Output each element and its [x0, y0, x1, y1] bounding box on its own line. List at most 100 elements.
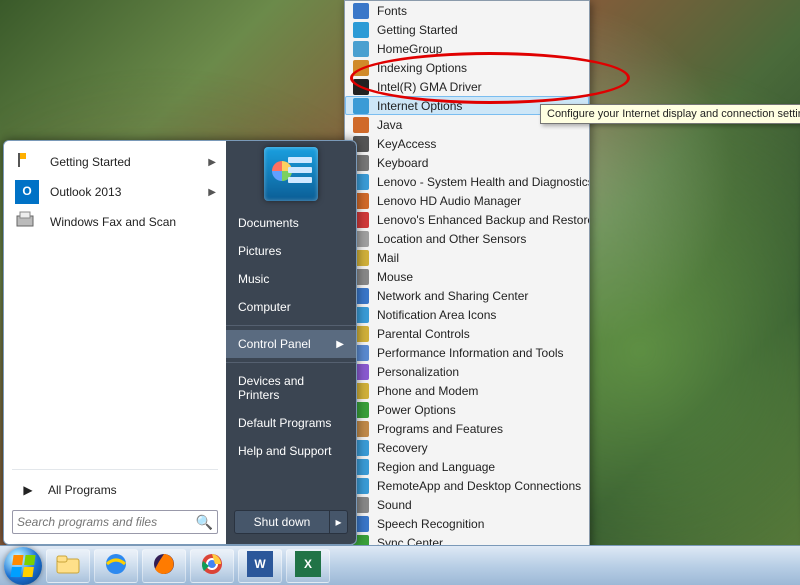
search-icon: 🔍	[196, 514, 213, 531]
pinned-item-windows-fax-and-scan[interactable]: Windows Fax and Scan	[6, 207, 224, 237]
cp-item-mail[interactable]: Mail	[345, 248, 589, 267]
right-item-computer[interactable]: Computer	[226, 293, 356, 321]
divider	[12, 469, 218, 470]
search-input[interactable]	[17, 515, 196, 529]
right-item-devices-and-printers[interactable]: Devices and Printers	[226, 367, 356, 409]
right-item-documents[interactable]: Documents	[226, 209, 356, 237]
taskbar-firefox-icon[interactable]	[142, 549, 186, 583]
cp-item-region-and-language[interactable]: Region and Language	[345, 457, 589, 476]
cp-item-recovery[interactable]: Recovery	[345, 438, 589, 457]
pinned-item-getting-started[interactable]: Getting Started ▶	[6, 147, 224, 177]
right-item-label: Default Programs	[238, 416, 331, 430]
right-item-pictures[interactable]: Pictures	[226, 237, 356, 265]
cp-item-label: Lenovo - System Health and Diagnostics	[377, 175, 590, 189]
cp-item-label: Internet Options	[377, 99, 462, 113]
cp-item-speech-recognition[interactable]: Speech Recognition	[345, 514, 589, 533]
divider	[226, 362, 356, 363]
cp-item-label: Power Options	[377, 403, 456, 417]
cp-item-lenovo-system-health-and-diagnostics[interactable]: Lenovo - System Health and Diagnostics	[345, 172, 589, 191]
internet-icon	[353, 98, 369, 114]
right-item-help-and-support[interactable]: Help and Support	[226, 437, 356, 465]
cp-item-phone-and-modem[interactable]: Phone and Modem	[345, 381, 589, 400]
cp-item-label: Keyboard	[377, 156, 428, 170]
user-picture-control-panel-icon[interactable]	[264, 147, 318, 201]
shutdown-button[interactable]: Shut down	[234, 510, 330, 534]
cp-item-mouse[interactable]: Mouse	[345, 267, 589, 286]
cp-item-label: Sound	[377, 498, 412, 512]
right-item-control-panel[interactable]: Control Panel▶	[226, 330, 356, 358]
cp-item-location-and-other-sensors[interactable]: Location and Other Sensors	[345, 229, 589, 248]
svg-text:O: O	[22, 184, 31, 198]
taskbar-excel-icon[interactable]: X	[286, 549, 330, 583]
start-orb[interactable]	[4, 547, 42, 585]
excel-icon: X	[295, 551, 321, 580]
shutdown-group: Shut down ▸	[226, 504, 356, 544]
cp-item-lenovo-s-enhanced-backup-and-restore[interactable]: Lenovo's Enhanced Backup and Restore	[345, 210, 589, 229]
right-item-label: Devices and Printers	[238, 374, 344, 402]
cp-item-keyaccess[interactable]: KeyAccess	[345, 134, 589, 153]
search-box[interactable]: 🔍	[12, 510, 218, 534]
cp-item-label: Notification Area Icons	[377, 308, 496, 322]
pinned-item-label: Getting Started	[50, 155, 131, 169]
right-item-label: Pictures	[238, 244, 281, 258]
cp-item-label: Mouse	[377, 270, 413, 284]
cp-item-label: RemoteApp and Desktop Connections	[377, 479, 581, 493]
taskbar: WX	[0, 545, 800, 585]
cp-item-notification-area-icons[interactable]: Notification Area Icons	[345, 305, 589, 324]
flag-icon	[14, 149, 40, 175]
svg-text:X: X	[304, 557, 312, 571]
cp-item-intel-r-gma-driver[interactable]: Intel(R) GMA Driver	[345, 77, 589, 96]
cp-item-label: Java	[377, 118, 402, 132]
cp-item-sound[interactable]: Sound	[345, 495, 589, 514]
cp-item-fonts[interactable]: Fonts	[345, 1, 589, 20]
chevron-right-icon: ▶	[208, 157, 216, 168]
control-panel-submenu[interactable]: Fonts Getting Started HomeGroup Indexing…	[344, 0, 590, 585]
cp-item-lenovo-hd-audio-manager[interactable]: Lenovo HD Audio Manager	[345, 191, 589, 210]
start-menu-right-pane: Documents Pictures Music Computer Control Pa…	[226, 141, 356, 544]
homegroup-icon	[353, 41, 369, 57]
cp-item-performance-information-and-tools[interactable]: Performance Information and Tools	[345, 343, 589, 362]
taskbar-ie-icon[interactable]	[94, 549, 138, 583]
spacer	[6, 237, 224, 465]
all-programs-label: All Programs	[48, 483, 117, 497]
taskbar-explorer-icon[interactable]	[46, 549, 90, 583]
pinned-item-label: Outlook 2013	[50, 185, 121, 199]
ie-icon	[103, 551, 129, 580]
cp-item-indexing-options[interactable]: Indexing Options	[345, 58, 589, 77]
taskbar-word-icon[interactable]: W	[238, 549, 282, 583]
all-programs-button[interactable]: ▶ All Programs	[6, 474, 224, 506]
right-item-label: Music	[238, 272, 269, 286]
cp-item-homegroup[interactable]: HomeGroup	[345, 39, 589, 58]
desktop: Fonts Getting Started HomeGroup Indexing…	[0, 0, 800, 585]
right-item-music[interactable]: Music	[226, 265, 356, 293]
cp-item-parental-controls[interactable]: Parental Controls	[345, 324, 589, 343]
right-item-label: Computer	[238, 300, 291, 314]
indexing-icon	[353, 60, 369, 76]
cp-item-label: Location and Other Sensors	[377, 232, 526, 246]
pinned-list: Getting Started ▶O Outlook 2013 ▶ Window…	[6, 147, 224, 237]
pinned-item-outlook-2013[interactable]: O Outlook 2013 ▶	[6, 177, 224, 207]
cp-item-getting-started[interactable]: Getting Started	[345, 20, 589, 39]
right-item-label: Control Panel	[238, 337, 311, 351]
cp-item-programs-and-features[interactable]: Programs and Features	[345, 419, 589, 438]
cp-item-personalization[interactable]: Personalization	[345, 362, 589, 381]
cp-item-label: Network and Sharing Center	[377, 289, 528, 303]
cp-item-label: HomeGroup	[377, 42, 442, 56]
tooltip-internet-options: Configure your Internet display and conn…	[540, 104, 800, 124]
svg-text:W: W	[254, 557, 266, 571]
fax-icon	[14, 209, 40, 235]
cp-item-network-and-sharing-center[interactable]: Network and Sharing Center	[345, 286, 589, 305]
right-item-label: Help and Support	[238, 444, 331, 458]
shutdown-menu-arrow[interactable]: ▸	[330, 510, 348, 534]
cp-item-remoteapp-and-desktop-connections[interactable]: RemoteApp and Desktop Connections	[345, 476, 589, 495]
right-item-label: Documents	[238, 216, 299, 230]
explorer-icon	[55, 553, 81, 578]
flag-icon	[353, 22, 369, 38]
fonts-icon	[353, 3, 369, 19]
cp-item-keyboard[interactable]: Keyboard	[345, 153, 589, 172]
taskbar-chrome-icon[interactable]	[190, 549, 234, 583]
right-item-default-programs[interactable]: Default Programs	[226, 409, 356, 437]
cp-item-power-options[interactable]: Power Options	[345, 400, 589, 419]
start-menu: Getting Started ▶O Outlook 2013 ▶ Window…	[3, 140, 357, 545]
cp-item-label: Recovery	[377, 441, 428, 455]
